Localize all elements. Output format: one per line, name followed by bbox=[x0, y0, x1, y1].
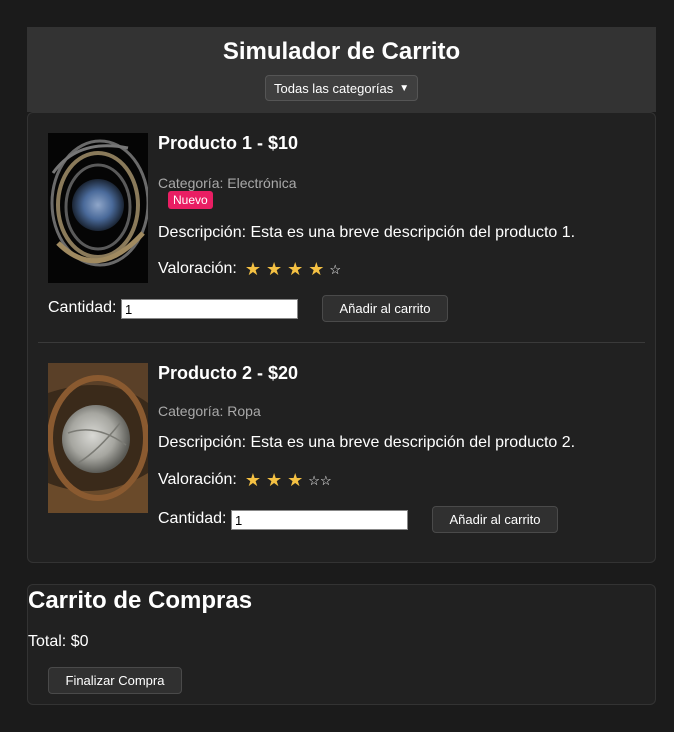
product-divider bbox=[38, 342, 645, 343]
chevron-down-icon: ▼ bbox=[399, 82, 410, 94]
star-full-icon: ★ bbox=[287, 470, 304, 490]
category-select-value: Todas las categorías bbox=[274, 80, 394, 96]
quantity-label: Cantidad: bbox=[158, 510, 227, 527]
star-empty-icon: ☆ bbox=[329, 261, 342, 277]
quantity-input[interactable] bbox=[231, 510, 408, 530]
star-full-icon: ★ bbox=[287, 259, 304, 279]
category-select[interactable]: Todas las categorías ▼ bbox=[265, 75, 418, 101]
star-empty-icon: ☆ bbox=[319, 472, 332, 488]
star-empty-icon: ☆ bbox=[308, 472, 320, 488]
cart-total: Total: $0 bbox=[28, 633, 89, 650]
rating-stars: ★ ★ ★ ★ ☆ bbox=[245, 260, 341, 278]
add-to-cart-button[interactable]: Añadir al carrito bbox=[432, 506, 558, 533]
rating-stars: ★ ★ ★ ☆ ☆ bbox=[245, 471, 332, 489]
product-category: Categoría: Ropa bbox=[158, 403, 261, 419]
rating-label: Valoración: bbox=[158, 260, 237, 277]
product-image bbox=[48, 133, 148, 283]
product-description: Descripción: Esta es una breve descripci… bbox=[158, 224, 576, 241]
star-full-icon: ★ bbox=[266, 470, 283, 490]
product-image bbox=[48, 363, 148, 513]
product-rating: Valoración: ★ ★ ★ ☆ ☆ bbox=[158, 471, 332, 489]
product-category: Categoría: Electrónica bbox=[158, 175, 297, 191]
star-full-icon: ★ bbox=[244, 259, 261, 279]
product-rating: Valoración: ★ ★ ★ ★ ☆ bbox=[158, 260, 341, 278]
quantity-label: Cantidad: bbox=[48, 299, 117, 316]
page-title: Simulador de Carrito bbox=[222, 38, 461, 65]
page: Simulador de Carrito Todas las categoría… bbox=[0, 0, 674, 732]
product-title: Producto 1 - $10 bbox=[158, 133, 299, 153]
quantity-input[interactable] bbox=[121, 299, 298, 319]
product-description: Descripción: Esta es una breve descripci… bbox=[158, 434, 576, 451]
cart-title: Carrito de Compras bbox=[28, 587, 253, 614]
checkout-button[interactable]: Finalizar Compra bbox=[48, 667, 182, 694]
product-title: Producto 2 - $20 bbox=[158, 363, 299, 383]
star-full-icon: ★ bbox=[244, 470, 261, 490]
rating-label: Valoración: bbox=[158, 471, 237, 488]
new-badge: Nuevo bbox=[168, 191, 213, 209]
add-to-cart-button[interactable]: Añadir al carrito bbox=[322, 295, 448, 322]
star-full-icon: ★ bbox=[266, 259, 283, 279]
star-full-icon: ★ bbox=[308, 259, 325, 279]
